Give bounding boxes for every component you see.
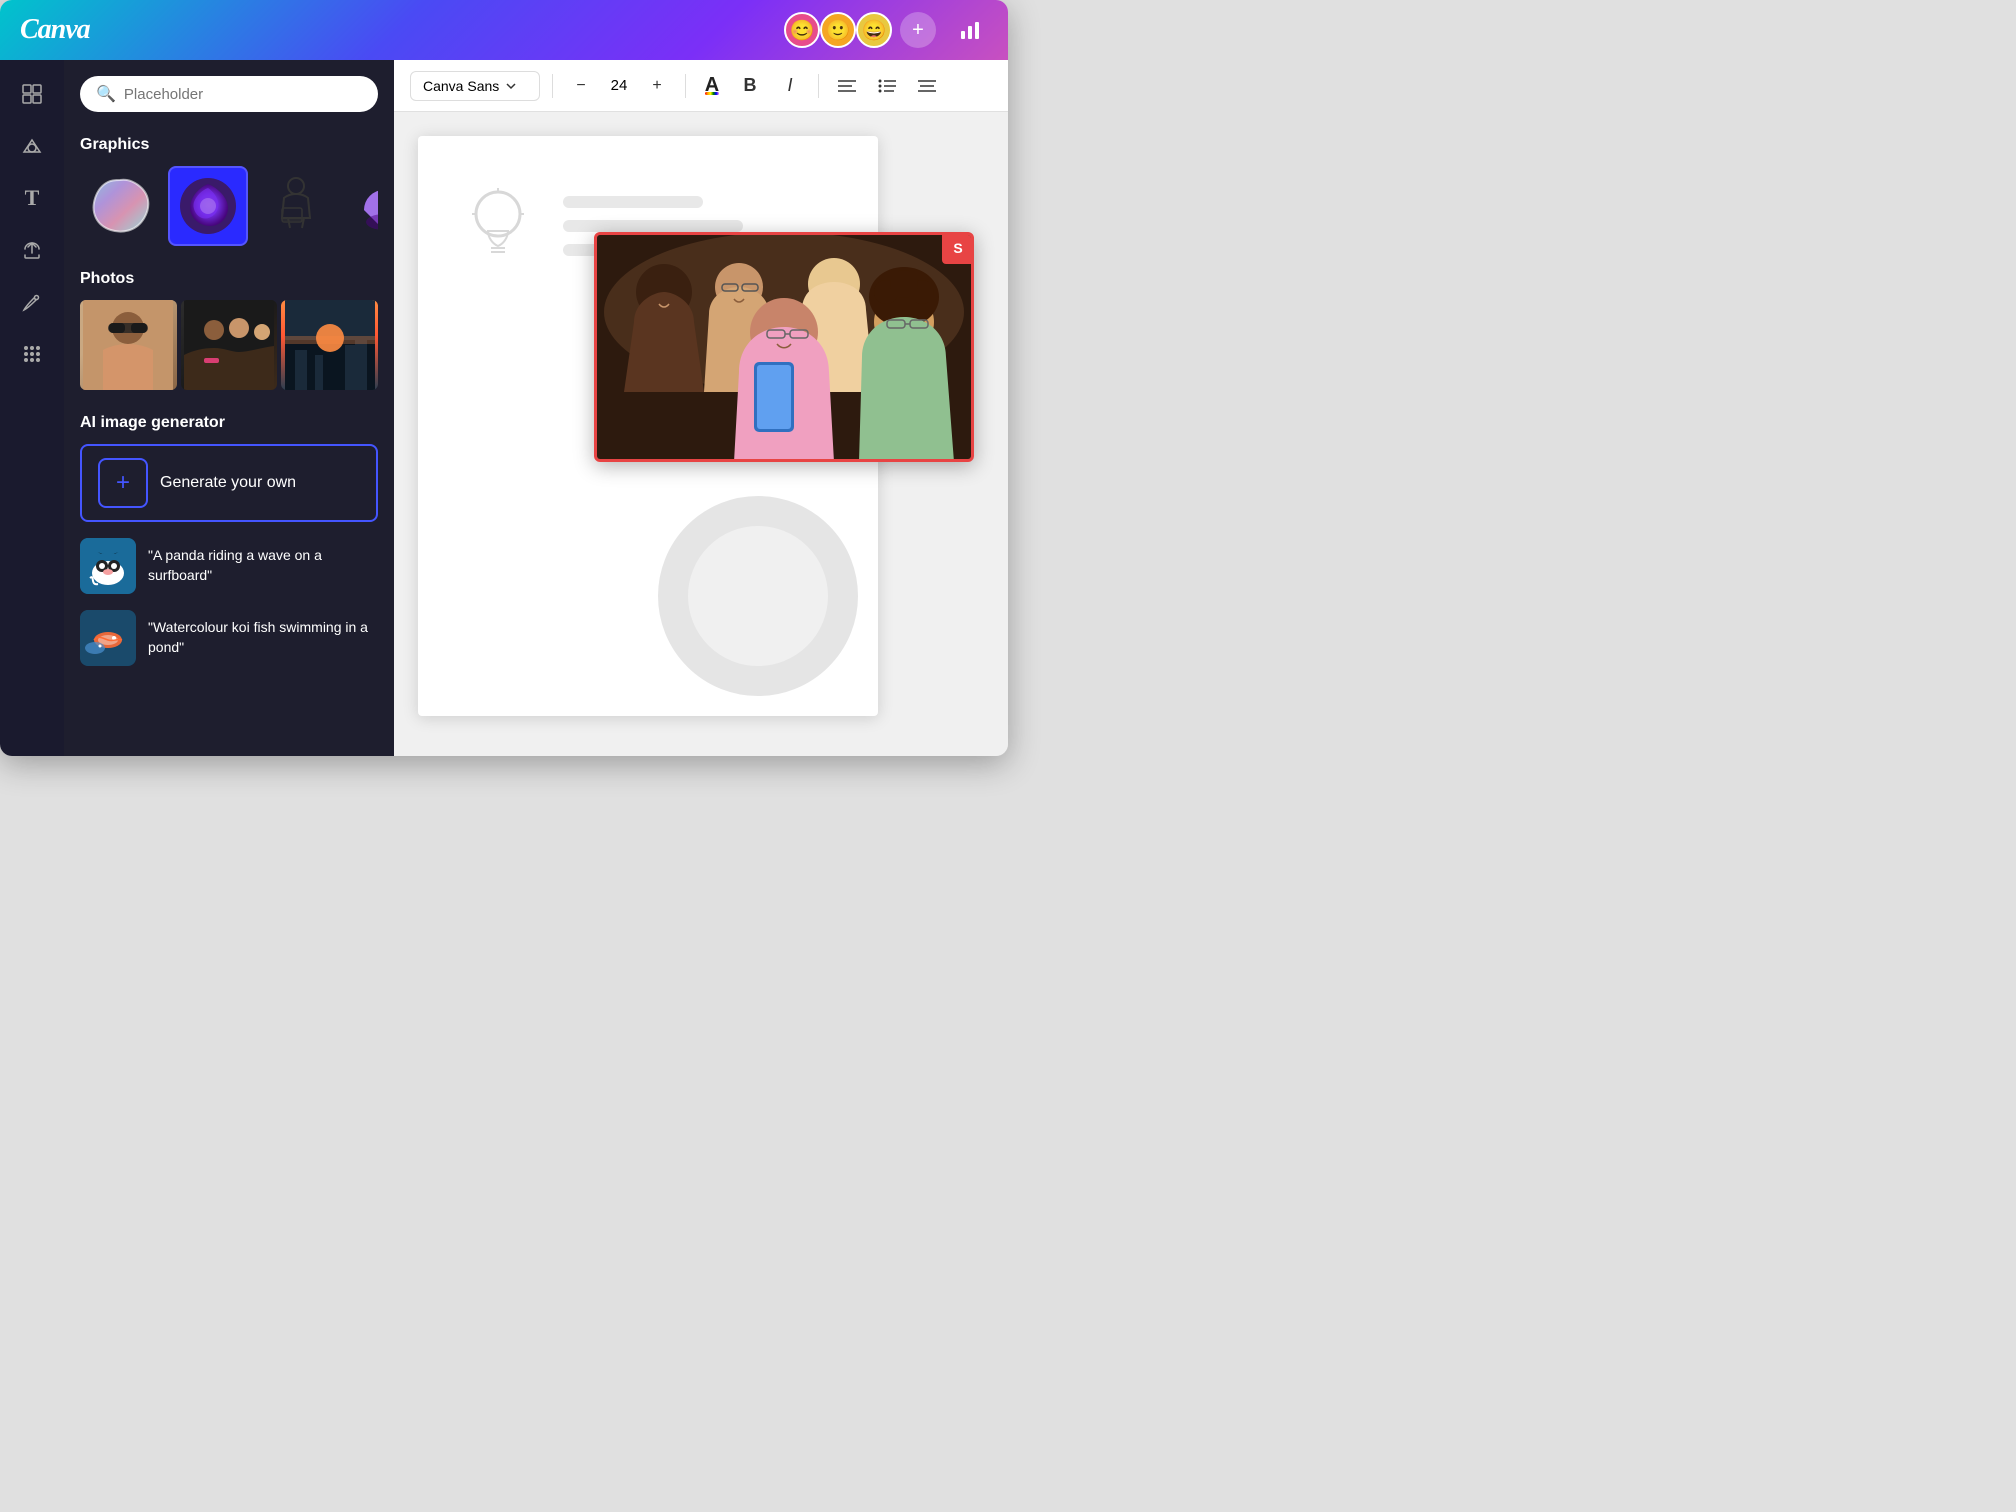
panda-thumb: [80, 538, 136, 594]
avatar-2[interactable]: 🙂: [820, 12, 856, 48]
graphic-person-laptop[interactable]: [256, 166, 336, 246]
sidebar-icon-shapes[interactable]: [10, 124, 54, 168]
generate-your-own-button[interactable]: + Generate your own: [80, 444, 378, 522]
ai-example-koi[interactable]: "Watercolour koi fish swimming in a pond…: [80, 610, 378, 666]
ai-generator-section: AI image generator + Generate your own: [80, 414, 378, 666]
avatar-2-face: 🙂: [826, 18, 851, 43]
graphics-section-title: Graphics: [80, 136, 378, 154]
font-size-value[interactable]: 24: [605, 77, 633, 94]
sidebar-icon-text[interactable]: T: [10, 176, 54, 220]
graphic-purple-fan[interactable]: [344, 166, 378, 246]
more-formatting-icon: [918, 79, 936, 93]
photos-section-title: Photos: [80, 270, 378, 288]
header-right: 😊 🙂 😄 +: [784, 12, 988, 48]
icon-sidebar: T: [0, 60, 64, 756]
canvas-area: Canva Sans − 24 + A B I: [394, 60, 1008, 756]
header: Canva 😊 🙂 😄 +: [0, 0, 1008, 60]
canvas-line-2: [563, 220, 743, 232]
koi-thumb: [80, 610, 136, 666]
search-input[interactable]: [124, 86, 362, 103]
bold-button[interactable]: B: [734, 70, 766, 102]
avatar-3-face: 😄: [862, 18, 887, 43]
graphic-purple-swirl[interactable]: [168, 166, 248, 246]
align-icon: [838, 79, 856, 93]
add-collaborator-button[interactable]: +: [900, 12, 936, 48]
toolbar-divider-3: [818, 74, 819, 98]
group-photo-svg: [597, 235, 971, 459]
avatar-1[interactable]: 😊: [784, 12, 820, 48]
sidebar-icon-elements[interactable]: [10, 72, 54, 116]
sidebar-icon-upload[interactable]: [10, 228, 54, 272]
photo-inner: S: [597, 235, 971, 459]
sidebar-icon-apps[interactable]: [10, 332, 54, 376]
lightbulb-svg: [468, 186, 528, 266]
font-dropdown-icon: [505, 80, 517, 92]
font-size-increase-button[interactable]: +: [641, 70, 673, 102]
canvas-viewport: S ▶ Sasha: [394, 112, 1008, 756]
generate-plus-icon: +: [98, 458, 148, 508]
more-formatting-button[interactable]: [911, 70, 943, 102]
avatar-1-face: 😊: [790, 18, 815, 43]
koi-description: "Watercolour koi fish swimming in a pond…: [148, 618, 378, 657]
search-bar[interactable]: 🔍: [80, 76, 378, 112]
panda-description: "A panda riding a wave on a surfboard": [148, 546, 378, 585]
canvas-circle-decoration: [658, 496, 858, 696]
floating-photo[interactable]: S ▶ Sasha: [594, 232, 974, 462]
generate-label: Generate your own: [160, 474, 296, 492]
toolbar-divider-1: [552, 74, 553, 98]
photo-thumb-city[interactable]: [281, 300, 378, 390]
graphics-row: ›: [80, 166, 378, 246]
list-icon: [878, 79, 896, 93]
color-rainbow-underline: [705, 92, 719, 95]
graphic-chrome-blob[interactable]: [80, 166, 160, 246]
text-color-button[interactable]: A: [698, 72, 726, 100]
list-button[interactable]: [871, 70, 903, 102]
elements-panel: 🔍 Graphics: [64, 60, 394, 756]
app-window: Canva 😊 🙂 😄 +: [0, 0, 1008, 756]
align-button[interactable]: [831, 70, 863, 102]
sidebar-icon-draw[interactable]: [10, 280, 54, 324]
ai-example-panda[interactable]: "A panda riding a wave on a surfboard": [80, 538, 378, 594]
analytics-icon[interactable]: [952, 12, 988, 48]
photo-thumb-woman[interactable]: [80, 300, 177, 390]
search-icon: 🔍: [96, 84, 116, 104]
photos-row: [80, 300, 378, 390]
font-size-decrease-button[interactable]: −: [565, 70, 597, 102]
font-name: Canva Sans: [423, 78, 499, 94]
font-selector[interactable]: Canva Sans: [410, 71, 540, 101]
canva-logo: Canva: [20, 14, 90, 46]
photo-user-badge: S: [942, 235, 971, 264]
photo-thumb-group[interactable]: [181, 300, 278, 390]
italic-button[interactable]: I: [774, 70, 806, 102]
canvas-line-1: [563, 196, 703, 208]
ai-section-title: AI image generator: [80, 414, 378, 432]
canvas-lightbulb-icon: [458, 176, 538, 276]
main-area: T: [0, 60, 1008, 756]
toolbar-divider-2: [685, 74, 686, 98]
avatar-3[interactable]: 😄: [856, 12, 892, 48]
toolbar: Canva Sans − 24 + A B I: [394, 60, 1008, 112]
